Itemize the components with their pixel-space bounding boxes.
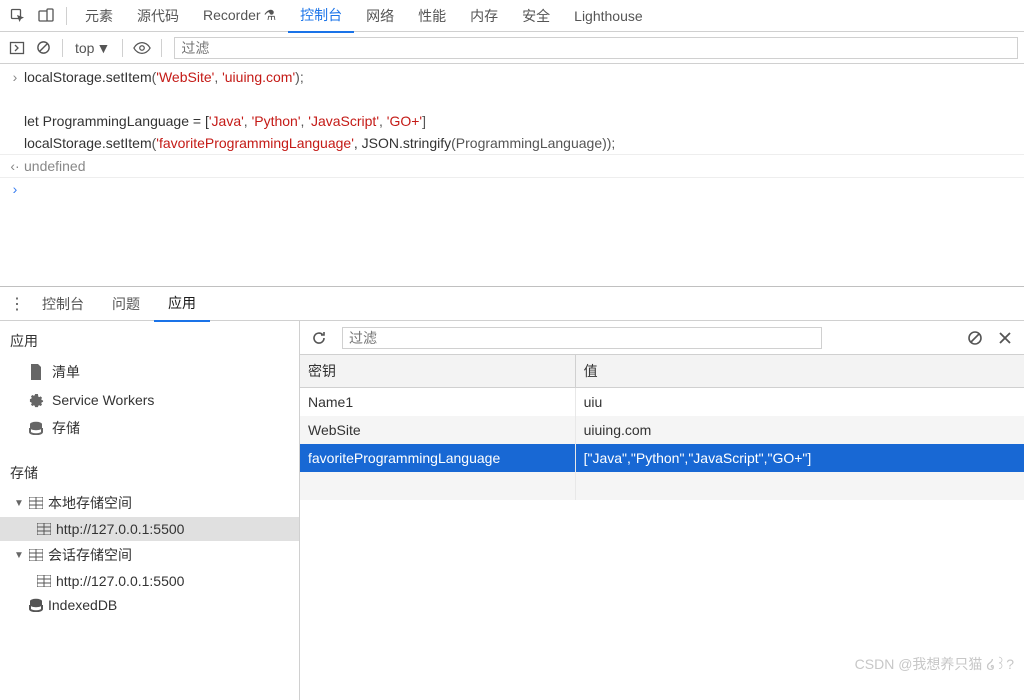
inspect-element-icon[interactable] bbox=[6, 4, 30, 28]
tree-local-storage-origin[interactable]: http://127.0.0.1:5500 bbox=[0, 517, 299, 541]
console-result-row: ‹· undefined bbox=[0, 154, 1024, 178]
grid-fill bbox=[300, 500, 1024, 700]
drawer-body: 应用 清单 Service Workers 存储 存储 ▼ 本地存储空间 bbox=[0, 321, 1024, 700]
drawer: ⋮ 控制台 问题 应用 应用 清单 Service Workers 存储 存储 … bbox=[0, 286, 1024, 680]
table-row[interactable]: favoriteProgrammingLanguage["Java","Pyth… bbox=[300, 444, 1024, 472]
clear-console-icon[interactable] bbox=[32, 37, 54, 59]
console-result-value: undefined bbox=[24, 155, 86, 177]
table-row[interactable]: Name1uiu bbox=[300, 388, 1024, 417]
drawer-tab-issues[interactable]: 问题 bbox=[98, 287, 154, 321]
tree-item-label: IndexedDB bbox=[48, 597, 117, 613]
sidebar-item-label: 存储 bbox=[52, 418, 80, 438]
tab-performance[interactable]: 性能 bbox=[406, 0, 458, 32]
tab-network[interactable]: 网络 bbox=[354, 0, 406, 32]
tree-session-storage[interactable]: ▼ 会话存储空间 bbox=[0, 541, 299, 569]
console-sidebar-toggle-icon[interactable] bbox=[6, 37, 28, 59]
context-label: top bbox=[75, 40, 94, 56]
database-icon bbox=[28, 598, 44, 612]
console-toolbar: top ▼ bbox=[0, 32, 1024, 64]
tab-sources[interactable]: 源代码 bbox=[125, 0, 191, 32]
drawer-menu-icon[interactable]: ⋮ bbox=[6, 294, 28, 314]
device-toolbar-icon[interactable] bbox=[34, 4, 58, 28]
caret-down-icon: ▼ bbox=[14, 550, 24, 561]
tab-elements[interactable]: 元素 bbox=[73, 0, 125, 32]
sidebar-item-manifest[interactable]: 清单 bbox=[0, 357, 299, 387]
col-key[interactable]: 密钥 bbox=[300, 355, 575, 388]
file-icon bbox=[28, 364, 44, 380]
console-code: localStorage.setItem('WebSite', 'uiuing.… bbox=[24, 66, 615, 154]
chevron-down-icon: ▼ bbox=[96, 40, 110, 56]
sidebar-item-service-workers[interactable]: Service Workers bbox=[0, 387, 299, 413]
gear-icon bbox=[28, 393, 44, 408]
storage-filter-input[interactable] bbox=[342, 327, 822, 349]
sidebar-section-storage: 存储 bbox=[0, 457, 299, 489]
tree-item-label: 会话存储空间 bbox=[48, 545, 132, 565]
separator bbox=[66, 7, 67, 25]
tab-memory[interactable]: 内存 bbox=[458, 0, 510, 32]
execution-context-selector[interactable]: top ▼ bbox=[71, 40, 114, 56]
tree-indexeddb[interactable]: IndexedDB bbox=[0, 593, 299, 617]
devtools-main-tabs: 元素 源代码 Recorder⚗ 控制台 网络 性能 内存 安全 Lightho… bbox=[0, 0, 1024, 32]
tab-recorder[interactable]: Recorder⚗ bbox=[191, 1, 288, 30]
drawer-tab-application[interactable]: 应用 bbox=[154, 286, 210, 322]
table-icon bbox=[36, 523, 52, 535]
storage-grid[interactable]: 密钥 值 Name1uiu WebSiteuiuing.com favorite… bbox=[300, 355, 1024, 700]
tree-session-storage-origin[interactable]: http://127.0.0.1:5500 bbox=[0, 569, 299, 593]
tab-console[interactable]: 控制台 bbox=[288, 0, 354, 33]
tab-recorder-label: Recorder bbox=[203, 7, 261, 23]
application-sidebar: 应用 清单 Service Workers 存储 存储 ▼ 本地存储空间 bbox=[0, 321, 300, 700]
tree-item-label: http://127.0.0.1:5500 bbox=[56, 573, 184, 589]
separator bbox=[62, 39, 63, 57]
beaker-icon: ⚗ bbox=[264, 7, 277, 23]
caret-down-icon: ▼ bbox=[14, 498, 24, 509]
tree-item-label: 本地存储空间 bbox=[48, 493, 132, 513]
table-icon bbox=[28, 549, 44, 561]
live-expression-icon[interactable] bbox=[131, 37, 153, 59]
separator bbox=[161, 39, 162, 57]
drawer-tabs: ⋮ 控制台 问题 应用 bbox=[0, 287, 1024, 321]
console-prompt-row[interactable]: › bbox=[0, 178, 1024, 200]
storage-toolbar bbox=[300, 321, 1024, 355]
sidebar-section-application: 应用 bbox=[0, 325, 299, 357]
sidebar-item-label: Service Workers bbox=[52, 392, 154, 408]
table-icon bbox=[28, 497, 44, 509]
table-icon bbox=[36, 575, 52, 587]
input-marker-icon: › bbox=[6, 66, 24, 88]
prompt-marker-icon: › bbox=[6, 178, 24, 200]
database-icon bbox=[28, 421, 44, 435]
sidebar-item-storage[interactable]: 存储 bbox=[0, 413, 299, 443]
console-filter-input[interactable] bbox=[174, 37, 1018, 59]
console-input-row[interactable]: › localStorage.setItem('WebSite', 'uiuin… bbox=[0, 66, 1024, 154]
table-row[interactable]: WebSiteuiuing.com bbox=[300, 416, 1024, 444]
sidebar-item-label: 清单 bbox=[52, 362, 80, 382]
tree-local-storage[interactable]: ▼ 本地存储空间 bbox=[0, 489, 299, 517]
tab-security[interactable]: 安全 bbox=[510, 0, 562, 32]
drawer-tab-console[interactable]: 控制台 bbox=[28, 287, 98, 321]
tab-lighthouse[interactable]: Lighthouse bbox=[562, 2, 655, 30]
refresh-icon[interactable] bbox=[308, 327, 330, 349]
storage-panel: 密钥 值 Name1uiu WebSiteuiuing.com favorite… bbox=[300, 321, 1024, 700]
delete-selected-icon[interactable] bbox=[994, 327, 1016, 349]
clear-all-icon[interactable] bbox=[964, 327, 986, 349]
console-body: › localStorage.setItem('WebSite', 'uiuin… bbox=[0, 64, 1024, 200]
col-value[interactable]: 值 bbox=[575, 355, 1024, 388]
output-marker-icon: ‹· bbox=[6, 155, 24, 177]
tree-item-label: http://127.0.0.1:5500 bbox=[56, 521, 184, 537]
separator bbox=[122, 39, 123, 57]
table-row-empty[interactable] bbox=[300, 472, 1024, 500]
